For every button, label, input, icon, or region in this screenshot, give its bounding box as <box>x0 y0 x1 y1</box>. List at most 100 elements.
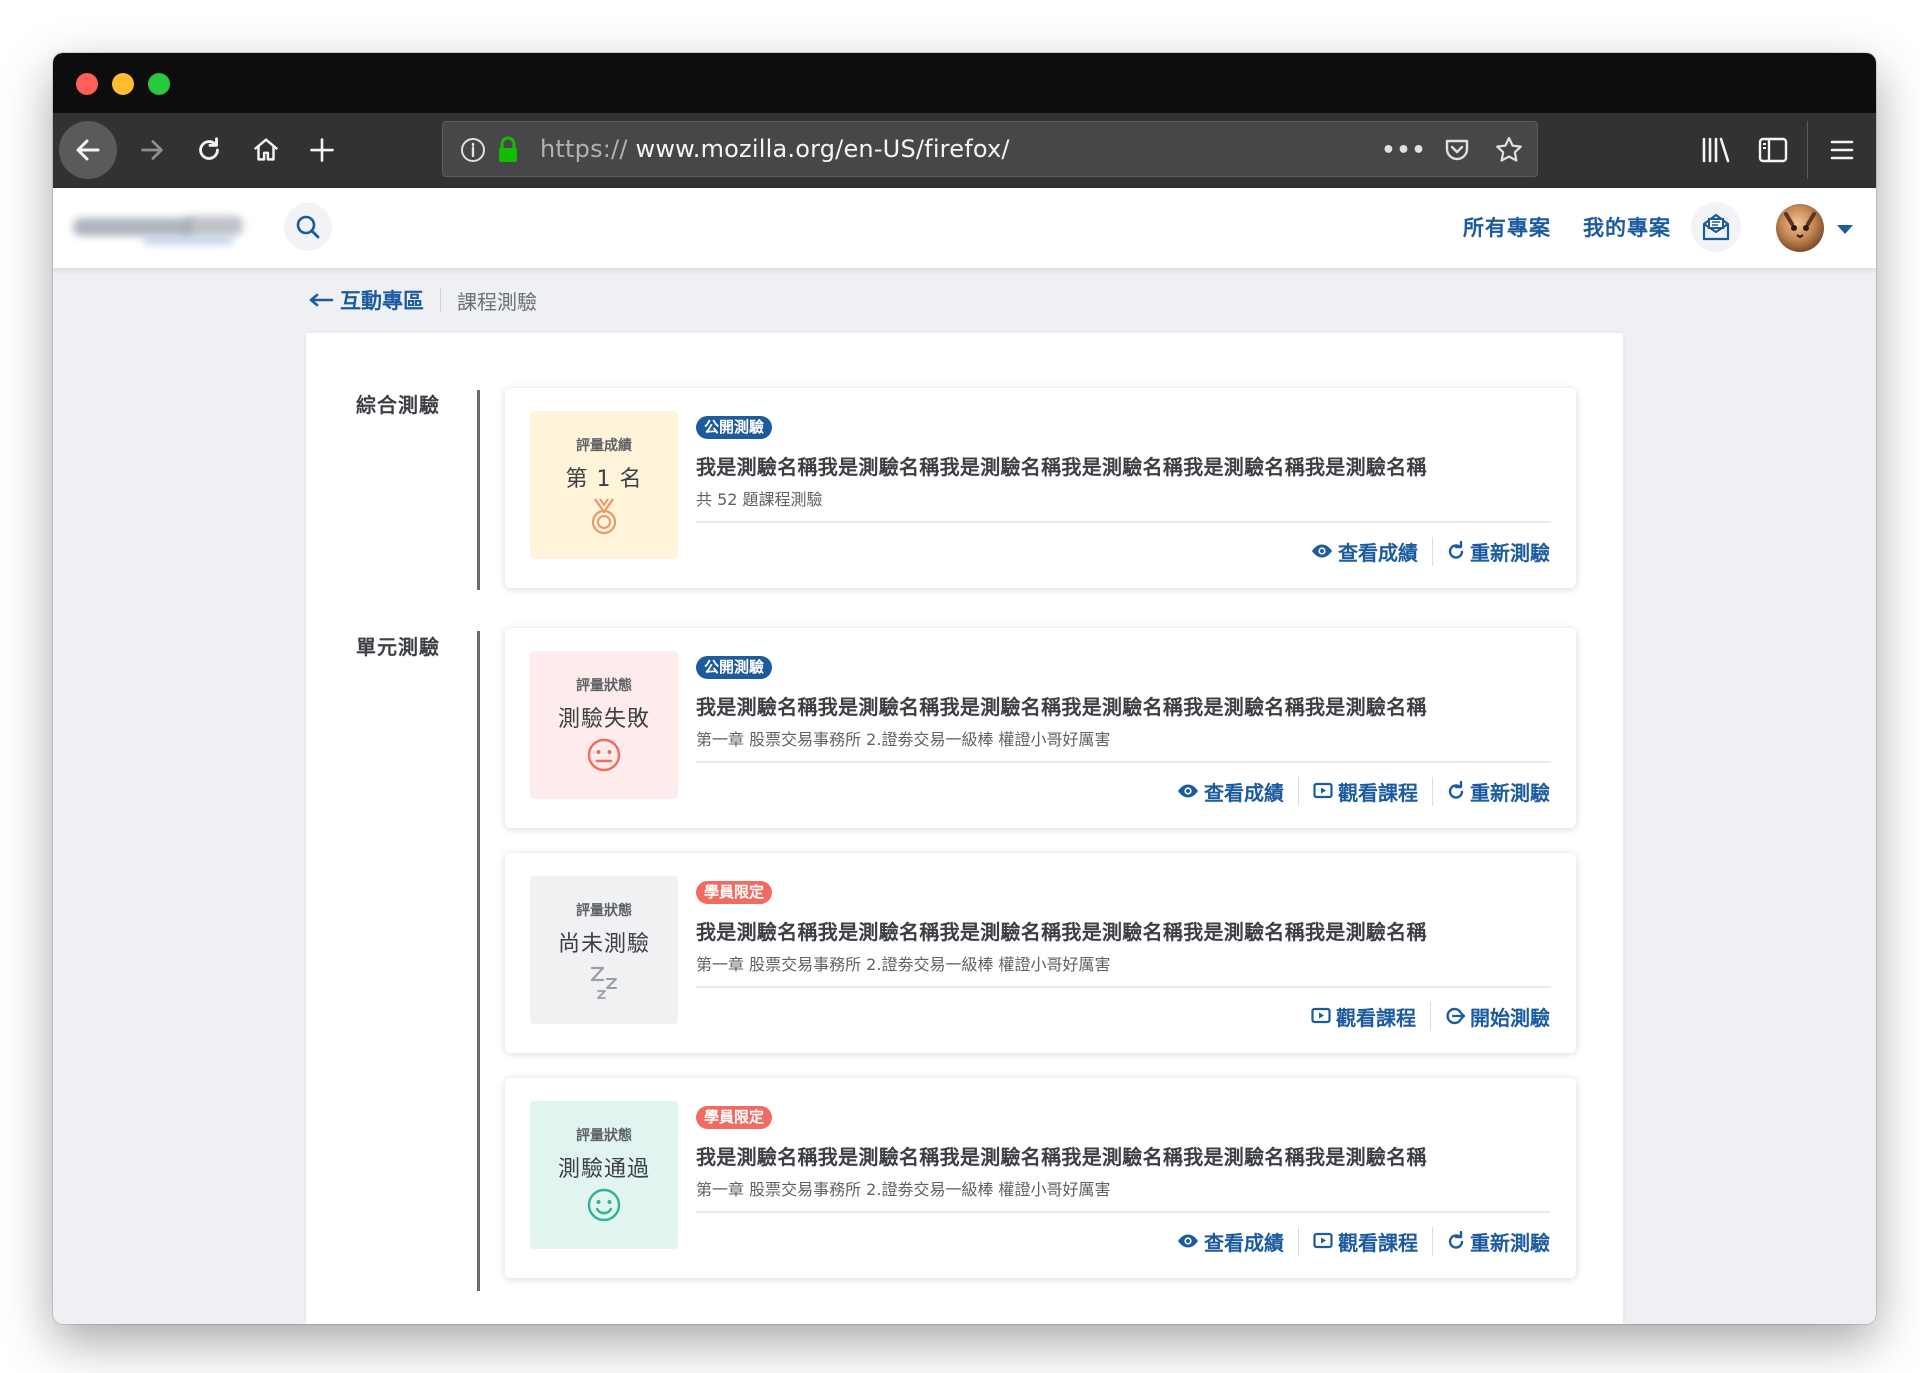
inbox-button[interactable] <box>1691 202 1741 252</box>
sidebar-icon <box>1758 137 1788 163</box>
eye-icon <box>1178 1234 1198 1248</box>
video-play-icon <box>1311 1007 1331 1024</box>
view-score-button[interactable]: 查看成績 <box>1297 537 1432 566</box>
view-score-button[interactable]: 查看成績 <box>1163 1227 1298 1256</box>
start-quiz-button[interactable]: 開始測驗 <box>1430 1001 1550 1031</box>
watch-course-button[interactable]: 觀看課程 <box>1297 1002 1430 1031</box>
url-text[interactable]: https:// www.mozilla.org/en-US/firefox/ <box>540 135 1010 163</box>
new-tab-button[interactable] <box>293 121 351 179</box>
url-bar[interactable]: https:// www.mozilla.org/en-US/firefox/ … <box>442 121 1538 177</box>
library-button[interactable] <box>1687 121 1745 179</box>
quiz-title[interactable]: 我是測驗名稱我是測驗名稱我是測驗名稱我是測驗名稱我是測驗名稱我是測驗名稱 <box>696 451 1427 480</box>
status-box: 評量狀態 測驗失敗 <box>530 651 678 799</box>
status-caption: 評量狀態 <box>576 903 632 919</box>
reload-button[interactable] <box>180 121 238 179</box>
section-label-comprehensive: 綜合測驗 <box>356 393 440 417</box>
card-actions: 查看成績 重新測驗 <box>1297 536 1550 566</box>
close-window-button[interactable] <box>76 73 98 95</box>
medal-icon <box>530 497 678 537</box>
url-protocol: https:// <box>540 135 628 163</box>
view-score-button[interactable]: 查看成績 <box>1163 777 1298 806</box>
card-actions: 查看成績 觀看課程 重新測驗 <box>1163 1226 1550 1256</box>
card-actions: 觀看課程 開始測驗 <box>1297 1001 1550 1031</box>
quiz-card: 評量狀態 測驗通過 學員限定 我是測驗名稱我是測驗名稱我是測驗名稱我是測驗名稱我… <box>505 1078 1576 1278</box>
quiz-title[interactable]: 我是測驗名稱我是測驗名稱我是測驗名稱我是測驗名稱我是測驗名稱我是測驗名稱 <box>696 916 1427 945</box>
status-box: 評量狀態 尚未測驗 <box>530 876 678 1024</box>
section-timeline-unit <box>477 631 480 1291</box>
browser-window: https:// www.mozilla.org/en-US/firefox/ … <box>53 53 1876 1324</box>
quiz-subtitle: 第一章 股票交易事務所 2.證劵交易一級棒 權證小哥好厲害 <box>696 730 1111 749</box>
card-divider <box>696 521 1551 523</box>
library-icon <box>1702 137 1730 163</box>
view-score-label: 查看成績 <box>1338 540 1418 565</box>
site-header: 所有專案 我的專案 <box>53 188 1876 268</box>
status-value: 尚未測驗 <box>557 932 650 957</box>
breadcrumb-current: 課程測驗 <box>457 289 537 314</box>
watch-course-button[interactable]: 觀看課程 <box>1298 776 1432 806</box>
card-divider <box>696 986 1551 988</box>
breadcrumb-back-link[interactable]: 互動專區 <box>308 285 424 315</box>
quiz-card: 評量狀態 尚未測驗 學員限定 我是測驗名稱我是測驗名稱我是測驗名稱我是測驗名稱我… <box>505 853 1576 1053</box>
visibility-badge: 公開測驗 <box>696 656 773 679</box>
eye-icon <box>1178 784 1198 798</box>
status-caption: 評量狀態 <box>576 678 632 694</box>
status-value: 第 1 名 <box>565 467 643 492</box>
forward-button[interactable] <box>123 121 181 179</box>
avatar[interactable] <box>1776 204 1824 252</box>
nav-link-all-projects[interactable]: 所有專案 <box>1463 212 1551 242</box>
quiz-title[interactable]: 我是測驗名稱我是測驗名稱我是測驗名稱我是測驗名稱我是測驗名稱我是測驗名稱 <box>696 1141 1427 1170</box>
quiz-title[interactable]: 我是測驗名稱我是測驗名稱我是測驗名稱我是測驗名稱我是測驗名稱我是測驗名稱 <box>696 691 1427 720</box>
start-arrow-icon <box>1446 1007 1465 1025</box>
account-menu-caret-icon[interactable] <box>1837 225 1853 234</box>
home-icon <box>253 138 279 161</box>
quiz-subtitle: 共 52 題課程測驗 <box>696 490 823 509</box>
nav-link-my-projects[interactable]: 我的專案 <box>1583 212 1671 242</box>
page-actions-icon[interactable]: ••• <box>1381 132 1425 168</box>
retake-quiz-label: 重新測驗 <box>1470 1230 1550 1255</box>
status-value: 測驗失敗 <box>557 707 650 732</box>
status-caption: 評量成績 <box>576 438 632 454</box>
search-icon <box>296 215 320 239</box>
start-quiz-label: 開始測驗 <box>1470 1005 1550 1030</box>
retake-quiz-button[interactable]: 重新測驗 <box>1432 776 1550 806</box>
maximize-window-button[interactable] <box>148 73 170 95</box>
visibility-badge: 公開測驗 <box>696 416 773 439</box>
card-actions: 查看成績 觀看課程 重新測驗 <box>1163 776 1550 806</box>
status-box: 評量成績 第 1 名 <box>530 411 678 559</box>
refresh-icon <box>1448 541 1464 559</box>
watch-course-label: 觀看課程 <box>1336 1005 1416 1030</box>
retake-quiz-button[interactable]: 重新測驗 <box>1432 536 1550 566</box>
arrow-left-icon <box>76 139 100 161</box>
home-button[interactable] <box>237 121 295 179</box>
retake-quiz-label: 重新測驗 <box>1470 780 1550 805</box>
breadcrumb: 互動專區 課程測驗 <box>308 285 537 315</box>
quiz-subtitle: 第一章 股票交易事務所 2.證劵交易一級棒 權證小哥好厲害 <box>696 1180 1111 1199</box>
search-button[interactable] <box>284 203 332 251</box>
video-play-icon <box>1313 1232 1333 1249</box>
hamburger-menu-icon <box>1830 140 1854 160</box>
watch-course-label: 觀看課程 <box>1338 1230 1418 1255</box>
watch-course-button[interactable]: 觀看課程 <box>1298 1226 1432 1256</box>
plus-icon <box>310 138 334 162</box>
view-score-label: 查看成績 <box>1204 780 1284 805</box>
visibility-badge: 學員限定 <box>696 1106 773 1129</box>
section-timeline-comprehensive <box>477 390 480 590</box>
sidebar-toggle-button[interactable] <box>1744 121 1802 179</box>
lock-icon[interactable] <box>490 132 526 168</box>
card-divider <box>696 1211 1551 1213</box>
minimize-window-button[interactable] <box>112 73 134 95</box>
view-score-label: 查看成績 <box>1204 1230 1284 1255</box>
breadcrumb-back-label: 互動專區 <box>340 289 424 313</box>
status-box: 評量狀態 測驗通過 <box>530 1101 678 1249</box>
url-host-path: www.mozilla.org/en-US/firefox/ <box>635 135 1010 163</box>
info-icon[interactable] <box>455 132 491 168</box>
site-logo[interactable] <box>73 214 243 244</box>
bookmark-star-icon[interactable] <box>1491 132 1527 168</box>
menu-button[interactable] <box>1813 121 1871 179</box>
retake-quiz-button[interactable]: 重新測驗 <box>1432 1226 1550 1256</box>
back-button[interactable] <box>59 121 117 179</box>
breadcrumb-separator <box>440 288 441 312</box>
status-value: 測驗通過 <box>557 1157 650 1182</box>
quiz-card: 評量成績 第 1 名 公開測驗 我是測驗名稱我是測驗名稱我是測驗名稱我是測驗名稱… <box>505 388 1576 588</box>
pocket-icon[interactable] <box>1439 132 1475 168</box>
